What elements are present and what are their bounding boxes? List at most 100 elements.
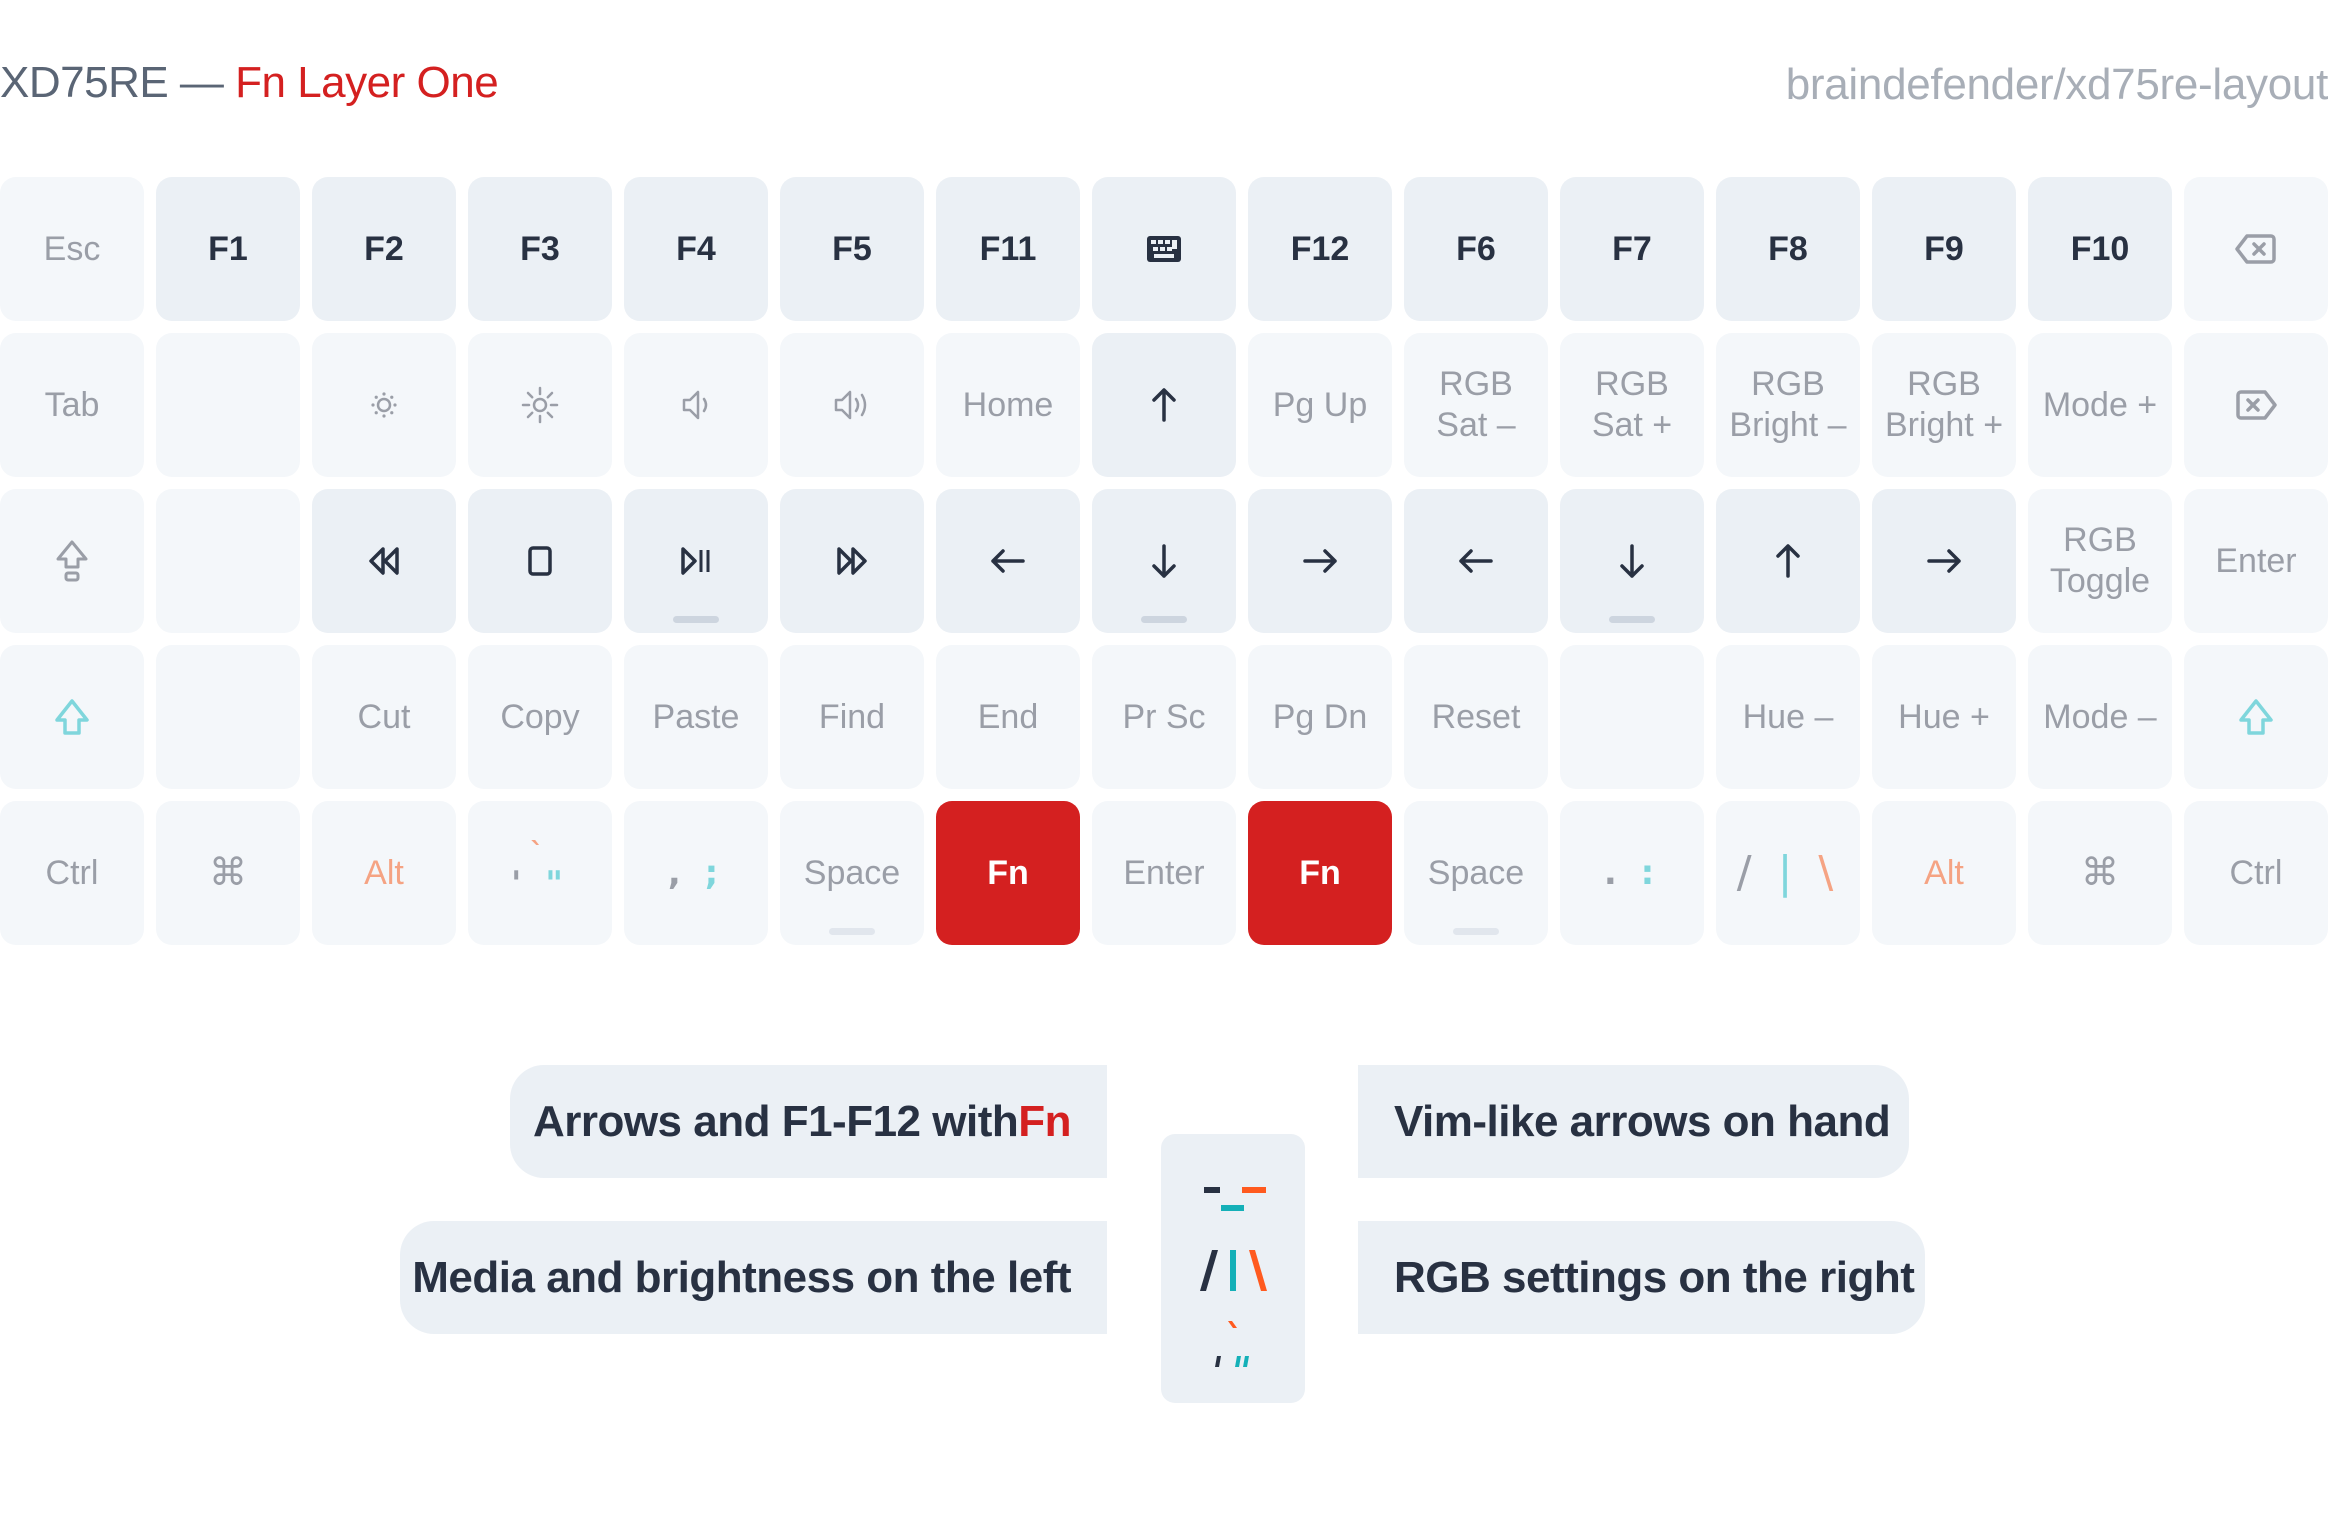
key-label: F9 bbox=[1924, 229, 1964, 268]
key-symbol[interactable]: / | \ bbox=[1716, 801, 1860, 945]
key-f8[interactable]: F8 bbox=[1716, 177, 1860, 321]
key-end[interactable]: End bbox=[936, 645, 1080, 789]
key-rewind[interactable] bbox=[312, 489, 456, 633]
key-f3[interactable]: F3 bbox=[468, 177, 612, 321]
key-alt[interactable]: Alt bbox=[1872, 801, 2016, 945]
key-rgb-sat[interactable]: RGB Sat – bbox=[1404, 333, 1548, 477]
key-f7[interactable]: F7 bbox=[1560, 177, 1704, 321]
key-label: Alt bbox=[364, 853, 404, 892]
key-pg-up[interactable]: Pg Up bbox=[1248, 333, 1392, 477]
arrow-right-icon bbox=[1301, 545, 1339, 577]
key-fast-forward[interactable] bbox=[780, 489, 924, 633]
page-title: XD75RE — Fn Layer One bbox=[0, 58, 499, 108]
key-arrow-up[interactable] bbox=[1092, 333, 1236, 477]
title-prefix: XD75RE — bbox=[0, 58, 236, 107]
key-blank[interactable] bbox=[156, 333, 300, 477]
key-f4[interactable]: F4 bbox=[624, 177, 768, 321]
key-blank[interactable]: ⌘ bbox=[2028, 801, 2172, 945]
key-f9[interactable]: F9 bbox=[1872, 177, 2016, 321]
key-rgb-bright[interactable]: RGB Bright + bbox=[1872, 333, 2016, 477]
key-stop[interactable] bbox=[468, 489, 612, 633]
key-copy[interactable]: Copy bbox=[468, 645, 612, 789]
key-ctrl[interactable]: Ctrl bbox=[2184, 801, 2328, 945]
key-arrow-down[interactable] bbox=[1560, 489, 1704, 633]
key-label: Copy bbox=[500, 697, 580, 736]
key-label: Mode + bbox=[2042, 385, 2158, 424]
key-volume-down[interactable] bbox=[624, 333, 768, 477]
key-paste[interactable]: Paste bbox=[624, 645, 768, 789]
key-brightness-down[interactable] bbox=[312, 333, 456, 477]
key-pr-sc[interactable]: Pr Sc bbox=[1092, 645, 1236, 789]
key-arrow-down[interactable] bbox=[1092, 489, 1236, 633]
key-caps-lock[interactable] bbox=[0, 489, 144, 633]
key-fn[interactable]: Fn bbox=[1248, 801, 1392, 945]
key-mode[interactable]: Mode – bbox=[2028, 645, 2172, 789]
key-find[interactable]: Find bbox=[780, 645, 924, 789]
arrow-up-icon bbox=[1772, 542, 1804, 580]
key-f1[interactable]: F1 bbox=[156, 177, 300, 321]
key-shift[interactable] bbox=[2184, 645, 2328, 789]
key-arrow-left[interactable] bbox=[936, 489, 1080, 633]
key-tab[interactable]: Tab bbox=[0, 333, 144, 477]
key-enter[interactable]: Enter bbox=[1092, 801, 1236, 945]
shift-icon bbox=[53, 698, 91, 736]
symbol-dquote-2 bbox=[1243, 1356, 1249, 1367]
key-label: Cut bbox=[357, 697, 411, 736]
key-symbol[interactable]: , ; bbox=[624, 801, 768, 945]
key-hue[interactable]: Hue + bbox=[1872, 645, 2016, 789]
backspace-icon bbox=[2235, 233, 2277, 265]
key-f10[interactable]: F10 bbox=[2028, 177, 2172, 321]
key-ctrl[interactable]: Ctrl bbox=[0, 801, 144, 945]
key-cut[interactable]: Cut bbox=[312, 645, 456, 789]
key-brightness-up[interactable] bbox=[468, 333, 612, 477]
key-label: Ctrl bbox=[2229, 853, 2283, 892]
key-arrow-right[interactable] bbox=[1872, 489, 2016, 633]
key-shift[interactable] bbox=[0, 645, 144, 789]
key-arrow-left[interactable] bbox=[1404, 489, 1548, 633]
key-blank[interactable] bbox=[156, 489, 300, 633]
repo-link[interactable]: braindefender/xd75re-layout bbox=[1786, 60, 2328, 110]
key-play-pause[interactable] bbox=[624, 489, 768, 633]
key-label: Hue + bbox=[1898, 697, 1990, 736]
key-hue[interactable]: Hue – bbox=[1716, 645, 1860, 789]
key-backspace[interactable] bbox=[2184, 177, 2328, 321]
key-volume-up[interactable] bbox=[780, 333, 924, 477]
key-rgb-sat[interactable]: RGB Sat + bbox=[1560, 333, 1704, 477]
key-delete[interactable] bbox=[2184, 333, 2328, 477]
key-space[interactable]: Space bbox=[1404, 801, 1548, 945]
key-label: Paste bbox=[652, 697, 740, 736]
key-blank[interactable]: ⌘ bbox=[156, 801, 300, 945]
key-label: F3 bbox=[520, 229, 560, 268]
key-pg-dn[interactable]: Pg Dn bbox=[1248, 645, 1392, 789]
key-blank[interactable] bbox=[156, 645, 300, 789]
key-f12[interactable]: F12 bbox=[1248, 177, 1392, 321]
key-f2[interactable]: F2 bbox=[312, 177, 456, 321]
key-arrow-right[interactable] bbox=[1248, 489, 1392, 633]
key-mode[interactable]: Mode + bbox=[2028, 333, 2172, 477]
key-fn[interactable]: Fn bbox=[936, 801, 1080, 945]
caps-lock-icon bbox=[53, 539, 91, 583]
key-symbol[interactable]: ` ' " bbox=[468, 801, 612, 945]
key-label: Space bbox=[1427, 853, 1525, 892]
key-symbol[interactable]: . : bbox=[1560, 801, 1704, 945]
key-rgb-toggle[interactable]: RGB Toggle bbox=[2028, 489, 2172, 633]
key-blank[interactable] bbox=[1560, 645, 1704, 789]
key-rgb-bright[interactable]: RGB Bright – bbox=[1716, 333, 1860, 477]
key-arrow-up[interactable] bbox=[1716, 489, 1860, 633]
key-f6[interactable]: F6 bbox=[1404, 177, 1548, 321]
volume-down-icon bbox=[681, 389, 711, 421]
key-label: F6 bbox=[1456, 229, 1496, 268]
key-f11[interactable]: F11 bbox=[936, 177, 1080, 321]
key-space[interactable]: Space bbox=[780, 801, 924, 945]
key-keyboard[interactable] bbox=[1092, 177, 1236, 321]
brightness-up-icon bbox=[520, 385, 560, 425]
keyboard-icon bbox=[1146, 235, 1182, 263]
key-reset[interactable]: Reset bbox=[1404, 645, 1548, 789]
key-label: Mode – bbox=[2043, 697, 2157, 736]
homing-bump bbox=[829, 928, 875, 935]
key-f5[interactable]: F5 bbox=[780, 177, 924, 321]
key-enter[interactable]: Enter bbox=[2184, 489, 2328, 633]
key-home[interactable]: Home bbox=[936, 333, 1080, 477]
key-alt[interactable]: Alt bbox=[312, 801, 456, 945]
key-esc[interactable]: Esc bbox=[0, 177, 144, 321]
